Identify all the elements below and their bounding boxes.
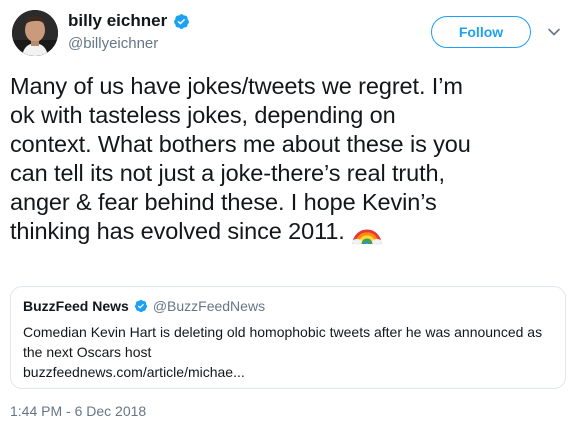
quoted-tweet-card[interactable]: BuzzFeed News @BuzzFeedNews Comedian Kev… xyxy=(10,286,566,389)
quoted-text-line: Comedian Kevin Hart is deleting old homo… xyxy=(23,324,543,340)
author-handle[interactable]: @billyeichner xyxy=(68,35,158,52)
author-name[interactable]: billy eichner xyxy=(68,11,167,31)
tweet-text-line: Many of us have jokes/tweets we regret. … xyxy=(10,73,463,99)
tweet-text: Many of us have jokes/tweets we regret. … xyxy=(10,72,565,246)
quoted-author-name: BuzzFeed News xyxy=(23,298,129,314)
tweet-text-line: thinking has evolved since 2011. xyxy=(10,218,345,244)
quoted-link[interactable]: buzzfeednews.com/article/michae... xyxy=(23,362,553,382)
quoted-tweet-text: Comedian Kevin Hart is deleting old homo… xyxy=(23,322,553,382)
verified-badge-icon xyxy=(134,299,147,313)
verified-badge-icon xyxy=(174,13,190,29)
tweet-timestamp[interactable]: 1:44 PM - 6 Dec 2018 xyxy=(10,403,146,419)
chevron-down-icon[interactable] xyxy=(547,25,561,39)
quoted-tweet-header: BuzzFeed News @BuzzFeedNews xyxy=(23,298,265,314)
tweet-text-line: anger & fear behind these. I hope Kevin’… xyxy=(10,189,437,215)
rainbow-icon xyxy=(351,229,382,245)
quoted-text-line: the next Oscars host xyxy=(23,344,152,360)
avatar-photo xyxy=(12,10,58,56)
quoted-author-handle: @BuzzFeedNews xyxy=(152,298,266,314)
author-avatar[interactable] xyxy=(12,10,58,56)
author-name-row: billy eichner xyxy=(68,11,190,31)
tweet-last-line: thinking has evolved since 2011. xyxy=(10,217,565,246)
tweet-text-line: context. What bothers me about these is … xyxy=(10,131,471,157)
follow-button[interactable]: Follow xyxy=(431,16,531,48)
tweet-text-line: ok with tasteless jokes, depending on xyxy=(10,102,396,128)
tweet-text-line: can tell its not just a joke-there’s rea… xyxy=(10,160,445,186)
